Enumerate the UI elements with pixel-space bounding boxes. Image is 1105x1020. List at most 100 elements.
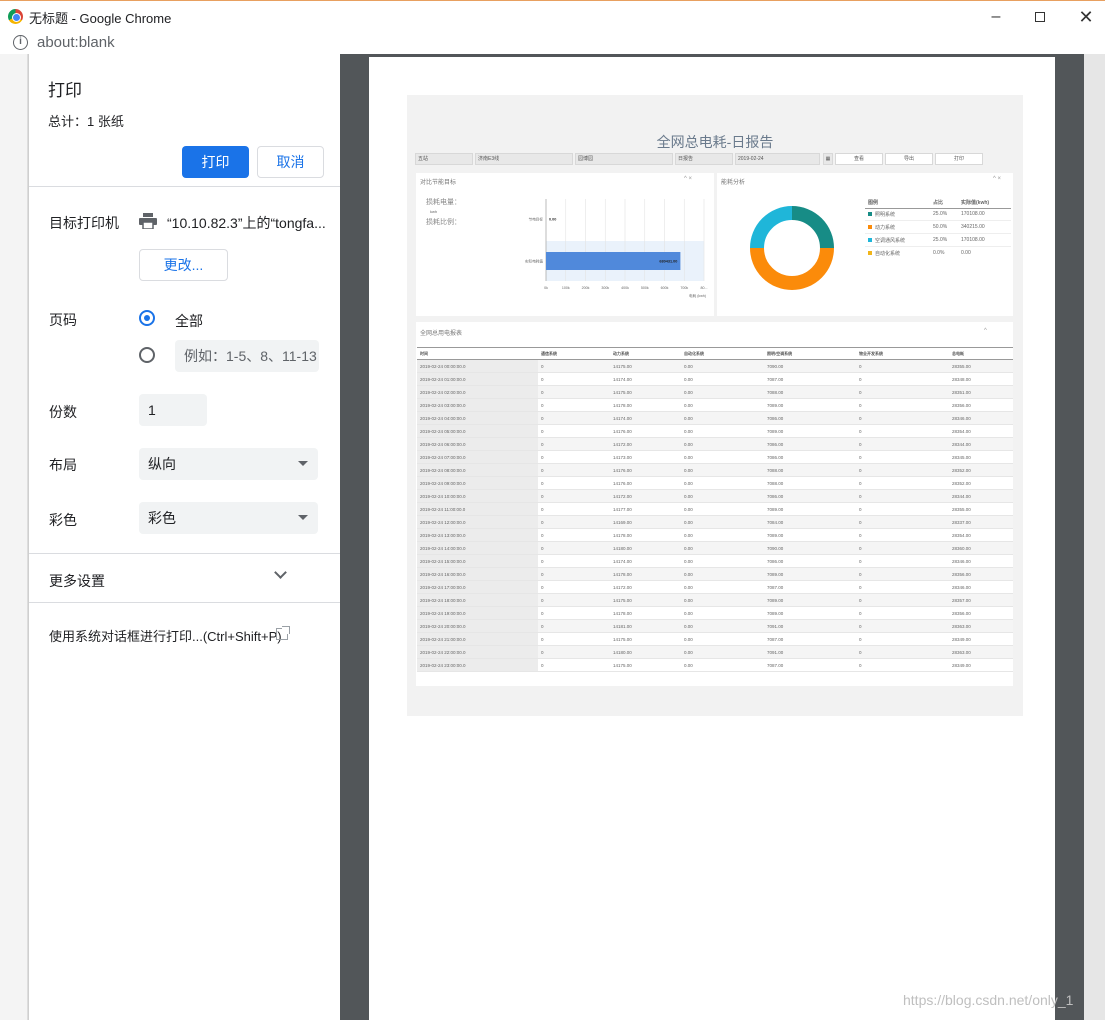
change-printer-button[interactable]: 更改... (139, 249, 228, 281)
table-cell: 2019-02-24 04:00:00.0 (417, 411, 538, 425)
address-bar[interactable]: i about:blank (0, 32, 1105, 54)
print-button[interactable]: 打印 (182, 146, 249, 178)
table-row: 2019-02-24 02:00:00.0 0 14175.00 0.00 7088.0… (417, 385, 1013, 399)
table-row: 2019-02-24 05:00:00.0 0 14176.00 0.00 7089.0… (417, 424, 1013, 438)
table-cell: 0.00 (681, 541, 764, 555)
x-tick-label: 400k (621, 286, 629, 290)
table-cell: 2019-02-24 09:00:00.0 (417, 476, 538, 490)
pages-custom-input[interactable]: 例如：1-5、8、11-13 (175, 340, 319, 372)
table-cell: 28352.00 (949, 476, 1013, 490)
table-cell: 7086.00 (764, 489, 856, 503)
layout-value: 纵向 (148, 456, 176, 472)
table-cell: 0 (538, 554, 610, 568)
pages-all-label: 全部 (175, 313, 203, 329)
layout-label: 布局 (49, 457, 77, 473)
dropdown-arrow-icon (298, 515, 308, 520)
table-row: 2019-02-24 19:00:00.0 0 14178.00 0.00 7089.0… (417, 606, 1013, 620)
table-row: 2019-02-24 13:00:00.0 0 14178.00 0.00 7089.0… (417, 528, 1013, 542)
table-cell: 2019-02-24 23:00:00.0 (417, 658, 538, 672)
table-cell: 0 (856, 593, 949, 607)
table-cell: 0 (856, 450, 949, 464)
table-cell: 0 (538, 463, 610, 477)
panel-collapse-icon: ^ (984, 328, 987, 334)
table-row: 2019-02-24 00:00:00.0 0 14175.00 0.00 7090.0… (417, 359, 1013, 373)
printer-label: 目标打印机 (49, 215, 119, 231)
cancel-button[interactable]: 取消 (257, 146, 324, 178)
table-cell: 0 (538, 450, 610, 464)
table-cell: 28345.00 (949, 450, 1013, 464)
table-cell: 0 (856, 567, 949, 581)
maximize-button[interactable] (1017, 1, 1063, 33)
column-header: 时间 (417, 347, 538, 360)
table-cell: 0 (856, 489, 949, 503)
table-body: 2019-02-24 00:00:00.0 0 14175.00 0.00 7090.0… (417, 359, 1013, 672)
filter-line: 济南E3线 (475, 153, 573, 165)
table-cell: 2019-02-24 17:00:00.0 (417, 580, 538, 594)
table-cell: 14178.00 (610, 528, 681, 542)
info-icon[interactable]: i (13, 35, 28, 50)
table-cell: 0 (538, 541, 610, 555)
table-cell: 0 (538, 606, 610, 620)
y-category-label: 节电目标 (529, 217, 544, 222)
table-cell: 0.00 (681, 502, 764, 516)
legend-pct: 25.0% (933, 211, 948, 217)
open-external-icon[interactable] (276, 626, 290, 640)
table-row: 2019-02-24 22:00:00.0 0 14180.00 0.00 7091.0… (417, 645, 1013, 659)
table-cell: 0.00 (681, 619, 764, 633)
table-cell: 0 (538, 567, 610, 581)
copies-input[interactable]: 1 (139, 394, 207, 426)
table-row: 2019-02-24 21:00:00.0 0 14175.00 0.00 7087.0… (417, 632, 1013, 646)
donut-slice (750, 206, 793, 249)
table-cell: 28357.00 (949, 593, 1013, 607)
pages-all-radio[interactable] (139, 310, 155, 326)
legend-name: 照明系统 (875, 212, 896, 218)
y-category-label: 实际电耗值 (525, 259, 543, 264)
table-row: 2019-02-24 23:00:00.0 0 14175.00 0.00 7087.0… (417, 658, 1013, 672)
x-tick-label: 700k (680, 286, 688, 290)
target-comparison-panel: 对比节能目标 ^ × 损耗电量： kwh 损耗比例： 0k 100k 200k 300… (416, 173, 714, 316)
window-title: 无标题 - Google Chrome (29, 11, 172, 26)
table-cell: 28360.00 (949, 541, 1013, 555)
table-cell: 0 (856, 554, 949, 568)
print-settings-panel: 打印 总计：1 张纸 打印 取消 目标打印机 “10.10.82.3”上的“to… (28, 54, 341, 1020)
minimize-button[interactable]: – (973, 1, 1019, 33)
donut-slice (791, 206, 834, 249)
divider (29, 186, 341, 187)
table-cell: 0 (856, 398, 949, 412)
table-cell: 7089.00 (764, 398, 856, 412)
close-button[interactable]: ✕ (1063, 1, 1105, 33)
table-cell: 7087.00 (764, 658, 856, 672)
table-cell: 0 (538, 437, 610, 451)
column-header: 通信系统 (538, 347, 610, 360)
system-dialog-link[interactable]: 使用系统对话框进行打印...(Ctrl+Shift+P) (49, 626, 282, 645)
legend-row-divider (865, 233, 1011, 234)
more-settings-toggle[interactable]: 更多设置 (49, 571, 105, 591)
table-cell: 0.00 (681, 437, 764, 451)
legend-header-value: 实际值(kwh) (961, 200, 990, 206)
table-row: 2019-02-24 09:00:00.0 0 14176.00 0.00 7088.0… (417, 476, 1013, 490)
table-cell: 7087.00 (764, 372, 856, 386)
legend-value: 340215.00 (961, 224, 985, 230)
table-row: 2019-02-24 12:00:00.0 0 14169.00 0.00 7084.0… (417, 515, 1013, 529)
table-cell: 7089.00 (764, 567, 856, 581)
table-cell: 28352.00 (949, 463, 1013, 477)
table-cell: 7089.00 (764, 606, 856, 620)
table-cell: 14172.00 (610, 437, 681, 451)
layout-select[interactable]: 纵向 (139, 448, 318, 480)
table-cell: 0 (538, 619, 610, 633)
table-cell: 2019-02-24 07:00:00.0 (417, 450, 538, 464)
pages-custom-radio[interactable] (139, 347, 155, 363)
table-cell: 28355.00 (949, 502, 1013, 516)
table-cell: 14174.00 (610, 372, 681, 386)
table-cell: 28349.00 (949, 632, 1013, 646)
table-row: 2019-02-24 14:00:00.0 0 14180.00 0.00 7090.0… (417, 541, 1013, 555)
table-cell: 2019-02-24 20:00:00.0 (417, 619, 538, 633)
legend-name: 空调通风系统 (875, 238, 906, 244)
x-tick-label: 80... (701, 286, 708, 290)
chevron-down-icon[interactable] (274, 566, 287, 579)
color-select[interactable]: 彩色 (139, 502, 318, 534)
preview-scrollbar[interactable] (1084, 54, 1105, 1020)
table-cell: 2019-02-24 13:00:00.0 (417, 528, 538, 542)
table-cell: 0 (538, 528, 610, 542)
table-cell: 28346.00 (949, 554, 1013, 568)
